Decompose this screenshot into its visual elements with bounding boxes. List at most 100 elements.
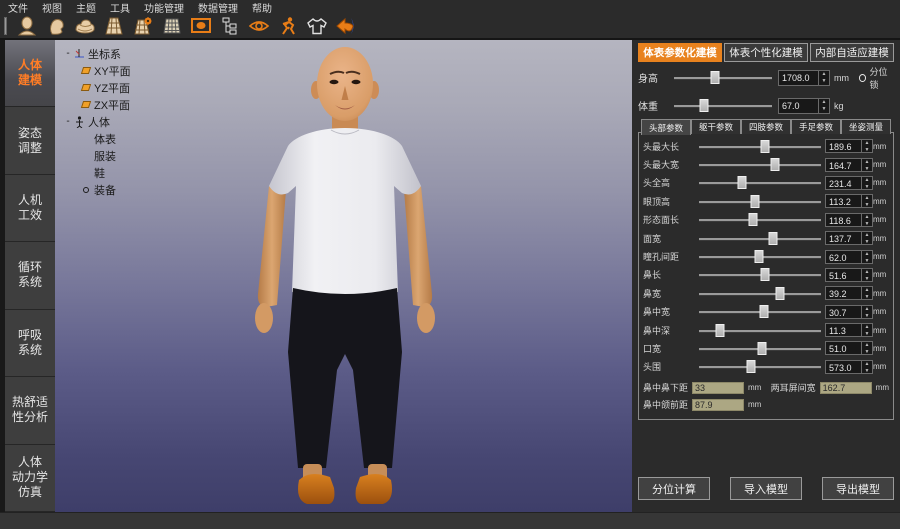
slider-thumb[interactable]: [737, 176, 746, 189]
spin-down-icon[interactable]: ▼: [862, 331, 872, 338]
param-spinbox[interactable]: 164.7▲▼: [825, 158, 873, 172]
head-profile-icon[interactable]: [44, 15, 68, 38]
extra-input[interactable]: 33: [692, 382, 744, 394]
eye-icon[interactable]: [247, 15, 271, 38]
param-value[interactable]: 189.6: [826, 140, 861, 152]
weight-spinbox[interactable]: 67.0 ▲▼: [778, 98, 830, 114]
slider-thumb[interactable]: [770, 158, 779, 171]
bust-front-icon[interactable]: [15, 15, 39, 38]
spin-up-icon[interactable]: ▲: [862, 251, 872, 258]
tree-node-clothing[interactable]: 服装: [63, 147, 131, 164]
subtab-head-params[interactable]: 头部参数: [641, 119, 691, 135]
param-value[interactable]: 51.6: [826, 269, 861, 281]
display-icon[interactable]: [189, 15, 213, 38]
param-slider[interactable]: [699, 286, 821, 301]
spin-up-icon[interactable]: ▲: [862, 232, 872, 239]
spin-up-icon[interactable]: ▲: [862, 159, 872, 166]
tree-node-zx-plane[interactable]: ZX平面: [63, 96, 131, 113]
param-value[interactable]: 11.3: [826, 324, 861, 336]
slider-thumb[interactable]: [759, 305, 768, 318]
param-slider[interactable]: [699, 194, 821, 209]
sidebar-item-body-modeling[interactable]: 人体 建模: [5, 40, 55, 107]
slider-thumb[interactable]: [760, 140, 769, 153]
spin-down-icon[interactable]: ▼: [862, 184, 872, 191]
subtab-hands-feet-params[interactable]: 手足参数: [791, 119, 841, 134]
param-spinbox[interactable]: 137.7▲▼: [825, 231, 873, 245]
tab-personalized-modeling[interactable]: 体表个性化建模: [724, 43, 808, 62]
sidebar-item-respiratory-system[interactable]: 呼吸 系统: [5, 310, 55, 377]
menu-theme[interactable]: 主题: [76, 0, 96, 15]
grid-block-icon[interactable]: [160, 15, 184, 38]
param-spinbox[interactable]: 51.0▲▼: [825, 341, 873, 355]
sidebar-item-posture-adjust[interactable]: 姿态 调整: [5, 107, 55, 174]
spin-down-icon[interactable]: ▼: [862, 221, 872, 228]
quantile-lock-radio[interactable]: 分位锁: [859, 65, 894, 91]
tree-node-label[interactable]: 服装: [92, 148, 116, 164]
sidebar-item-body-dynamics[interactable]: 人体 动力学 仿真: [5, 445, 55, 512]
param-value[interactable]: 118.6: [826, 214, 861, 226]
param-value[interactable]: 30.7: [826, 306, 861, 318]
tree-node-label[interactable]: XY平面: [92, 63, 131, 79]
param-spinbox[interactable]: 39.2▲▼: [825, 286, 873, 300]
tree-node-label[interactable]: 体表: [92, 131, 116, 147]
param-value[interactable]: 62.0: [826, 251, 861, 263]
spin-down-icon[interactable]: ▼: [862, 239, 872, 246]
param-slider[interactable]: [699, 157, 821, 172]
spin-down-icon[interactable]: ▼: [862, 147, 872, 154]
param-slider[interactable]: [699, 323, 821, 338]
param-value[interactable]: 164.7: [826, 159, 861, 171]
menu-tools[interactable]: 工具: [110, 0, 130, 15]
tree-node-label[interactable]: ZX平面: [92, 97, 130, 113]
menu-view[interactable]: 视图: [42, 0, 62, 15]
param-spinbox[interactable]: 30.7▲▼: [825, 305, 873, 319]
running-man-icon[interactable]: [276, 15, 300, 38]
param-value[interactable]: 573.0: [826, 361, 861, 373]
param-value[interactable]: 137.7: [826, 232, 861, 244]
param-slider[interactable]: [699, 231, 821, 246]
spin-up-icon[interactable]: ▲: [862, 214, 872, 221]
spin-up-icon[interactable]: ▲: [862, 361, 872, 368]
spin-up-icon[interactable]: ▲: [862, 342, 872, 349]
param-spinbox[interactable]: 113.2▲▼: [825, 194, 873, 208]
tree-node-label[interactable]: 坐标系: [86, 46, 121, 62]
spin-down-icon[interactable]: ▼: [862, 368, 872, 375]
collapse-icon[interactable]: -: [63, 116, 73, 127]
spin-down-icon[interactable]: ▼: [862, 276, 872, 283]
param-spinbox[interactable]: 231.4▲▼: [825, 176, 873, 190]
spin-down-icon[interactable]: ▼: [862, 294, 872, 301]
undo-arrow-icon[interactable]: [334, 15, 358, 38]
spin-up-icon[interactable]: ▲: [819, 71, 829, 78]
subtab-torso-params[interactable]: 躯干参数: [691, 119, 741, 134]
spin-up-icon[interactable]: ▲: [862, 306, 872, 313]
spin-down-icon[interactable]: ▼: [862, 202, 872, 209]
slider-thumb[interactable]: [775, 287, 784, 300]
slider-thumb[interactable]: [758, 342, 767, 355]
subtab-sitting-measure[interactable]: 坐姿测量: [841, 119, 891, 134]
tree-node-xy-plane[interactable]: XY平面: [63, 62, 131, 79]
tab-internal-adaptive-modeling[interactable]: 内部自适应建模: [810, 43, 894, 62]
subtab-limbs-params[interactable]: 四肢参数: [741, 119, 791, 134]
param-spinbox[interactable]: 51.6▲▼: [825, 268, 873, 282]
param-slider[interactable]: [699, 249, 821, 264]
spin-up-icon[interactable]: ▲: [862, 269, 872, 276]
extra-input[interactable]: 87.9: [692, 399, 744, 411]
slider-thumb[interactable]: [754, 250, 763, 263]
slider-thumb[interactable]: [760, 268, 769, 281]
tree-node-label[interactable]: 鞋: [92, 165, 105, 181]
spin-up-icon[interactable]: ▲: [862, 324, 872, 331]
height-spinbox[interactable]: 1708.0 ▲▼: [778, 70, 830, 86]
slider-thumb[interactable]: [715, 324, 724, 337]
param-value[interactable]: 113.2: [826, 195, 861, 207]
tree-node-coordinate-system[interactable]: - 坐标系: [63, 45, 131, 62]
param-spinbox[interactable]: 62.0▲▼: [825, 250, 873, 264]
mesh-gear-icon[interactable]: [131, 15, 155, 38]
param-slider[interactable]: [699, 212, 821, 227]
human-model[interactable]: [55, 40, 632, 512]
sidebar-item-circulatory-system[interactable]: 循环 系统: [5, 242, 55, 309]
spin-down-icon[interactable]: ▼: [819, 78, 829, 85]
param-spinbox[interactable]: 189.6▲▼: [825, 139, 873, 153]
slider-thumb[interactable]: [748, 213, 757, 226]
sidebar-item-thermal-comfort[interactable]: 热舒适 性分析: [5, 377, 55, 444]
radio-circle-icon[interactable]: [859, 74, 866, 82]
toolbar-grip[interactable]: [4, 17, 7, 35]
